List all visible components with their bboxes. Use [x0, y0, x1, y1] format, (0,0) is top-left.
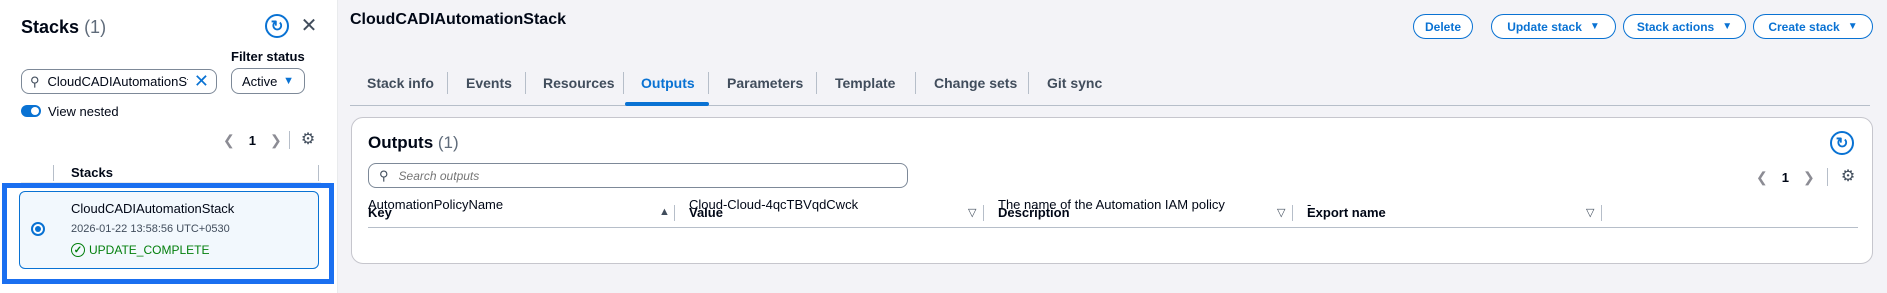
stacks-page-number[interactable]: 1 — [249, 133, 256, 148]
active-tab-indicator — [625, 102, 709, 106]
stacks-pagination: ❮ 1 ❯ — [223, 132, 282, 149]
column-divider[interactable] — [983, 205, 984, 221]
outputs-pagination: ❮ 1 ❯ — [1756, 169, 1815, 186]
stack-list-item[interactable]: CloudCADIAutomationStack 2026-01-22 13:5… — [19, 191, 319, 269]
cloudformation-console: Stacks (1) ↻ ✕ Filter status ⚲ CloudCADI… — [0, 0, 1887, 293]
tab-git-sync[interactable]: Git sync — [1047, 75, 1102, 91]
tab-resources[interactable]: Resources — [543, 75, 615, 91]
chevron-right-icon[interactable]: ❯ — [270, 132, 282, 149]
sort-ascending-icon[interactable]: ▲ — [659, 206, 670, 218]
clear-icon[interactable]: ✕ — [194, 72, 209, 90]
stacks-column-header: Stacks — [21, 163, 321, 183]
stack-search-value[interactable]: CloudCADIAutomationSta — [48, 74, 188, 89]
caret-down-icon: ▼ — [1589, 21, 1600, 32]
refresh-stacks-button[interactable]: ↻ — [265, 14, 289, 38]
tab-divider — [525, 72, 526, 94]
tab-divider — [623, 72, 624, 94]
tab-divider — [1028, 72, 1029, 94]
stack-status: ✓ UPDATE_COMPLETE — [71, 243, 209, 257]
tab-change-sets[interactable]: Change sets — [934, 75, 1017, 91]
stacks-column-label: Stacks — [71, 165, 113, 180]
update-stack-button[interactable]: Update stack ▼ — [1491, 14, 1616, 39]
stack-timestamp: 2026-01-22 13:58:56 UTC+0530 — [71, 223, 230, 235]
output-value: Cloud-Cloud-4qcTBVqdCwck — [689, 197, 859, 212]
chevron-right-icon[interactable]: ❯ — [1803, 169, 1815, 186]
pager-divider — [1827, 168, 1828, 186]
update-stack-label: Update stack — [1507, 19, 1582, 34]
stack-radio-button[interactable] — [31, 222, 45, 236]
column-header-export-name[interactable]: Export name — [1307, 205, 1386, 220]
create-stack-button[interactable]: Create stack ▼ — [1753, 14, 1873, 39]
column-divider[interactable] — [674, 205, 675, 221]
sort-descending-icon[interactable]: ▽ — [968, 206, 976, 219]
close-icon: ✕ — [300, 15, 318, 37]
column-divider[interactable] — [1292, 205, 1293, 221]
filter-status-select[interactable]: Active ▼ — [231, 68, 305, 94]
column-divider[interactable] — [1601, 205, 1602, 221]
outputs-page-number[interactable]: 1 — [1782, 170, 1789, 185]
stacks-preferences-button[interactable]: ⚙ — [299, 130, 317, 148]
sort-descending-icon[interactable]: ▽ — [1586, 206, 1594, 219]
sort-descending-icon[interactable]: ▽ — [1277, 206, 1285, 219]
page-title: CloudCADIAutomationStack — [350, 11, 566, 28]
stacks-panel-title: Stacks (1) — [21, 17, 106, 38]
stacks-count: (1) — [84, 17, 107, 37]
stacks-panel: Stacks (1) ↻ ✕ Filter status ⚲ CloudCADI… — [0, 0, 338, 293]
stacks-panel-title-text: Stacks — [21, 17, 80, 37]
radio-selected-dot — [35, 226, 41, 232]
gear-icon: ⚙ — [300, 131, 316, 148]
close-panel-button[interactable]: ✕ — [300, 15, 318, 37]
filter-status-label: Filter status — [231, 49, 305, 64]
stack-actions-button[interactable]: Stack actions ▼ — [1623, 14, 1746, 39]
stack-search-input[interactable]: ⚲ CloudCADIAutomationSta ✕ — [21, 69, 217, 94]
tab-divider — [915, 72, 916, 94]
toggle-knob — [31, 107, 39, 115]
output-key: AutomationPolicyName — [368, 197, 504, 212]
outputs-preferences-button[interactable]: ⚙ — [1839, 167, 1857, 185]
caret-down-icon: ▼ — [1847, 21, 1858, 32]
outputs-container: Outputs (1) ↻ ⚲ ❮ 1 ❯ ⚙ Key ▲ Value ▽ De… — [351, 117, 1873, 264]
success-check-icon: ✓ — [71, 243, 85, 257]
create-stack-label: Create stack — [1768, 19, 1840, 34]
output-export-name: - — [1307, 197, 1312, 212]
tab-divider — [708, 72, 709, 94]
pager-divider — [289, 131, 290, 149]
refresh-outputs-button[interactable]: ↻ — [1830, 131, 1854, 155]
search-icon: ⚲ — [30, 73, 40, 89]
output-description: The name of the Automation IAM policy — [998, 197, 1225, 212]
tab-template[interactable]: Template — [835, 75, 895, 91]
gear-icon: ⚙ — [1840, 168, 1856, 185]
caret-down-icon: ▼ — [283, 75, 294, 87]
stack-actions-label: Stack actions — [1636, 19, 1715, 34]
view-nested-label: View nested — [48, 104, 119, 119]
refresh-icon: ↻ — [270, 17, 284, 35]
refresh-icon: ↻ — [1835, 134, 1849, 152]
filter-status-value: Active — [242, 73, 278, 89]
outputs-search-input[interactable] — [398, 168, 879, 183]
stack-tabs: Stack info Events Resources Outputs Para… — [350, 72, 1870, 106]
outputs-title-text: Outputs — [368, 133, 434, 152]
tab-parameters[interactable]: Parameters — [727, 75, 803, 91]
outputs-title: Outputs (1) — [368, 133, 459, 153]
tab-stack-info[interactable]: Stack info — [367, 75, 434, 91]
delete-button[interactable]: Delete — [1413, 14, 1473, 39]
chevron-left-icon[interactable]: ❮ — [1756, 169, 1768, 186]
stack-name: CloudCADIAutomationStack — [71, 201, 235, 216]
tab-divider — [447, 72, 448, 94]
column-divider — [318, 165, 319, 181]
tab-outputs[interactable]: Outputs — [641, 75, 695, 91]
column-divider — [53, 165, 54, 181]
outputs-search-field[interactable]: ⚲ — [368, 163, 908, 188]
stack-status-text: UPDATE_COMPLETE — [89, 243, 210, 257]
tab-divider — [816, 72, 817, 94]
tab-events[interactable]: Events — [466, 75, 512, 91]
caret-down-icon: ▼ — [1722, 21, 1733, 32]
outputs-count: (1) — [437, 133, 459, 152]
view-nested-toggle[interactable] — [21, 105, 41, 117]
search-icon: ⚲ — [379, 167, 389, 183]
chevron-left-icon[interactable]: ❮ — [223, 132, 235, 149]
delete-button-label: Delete — [1424, 19, 1462, 34]
